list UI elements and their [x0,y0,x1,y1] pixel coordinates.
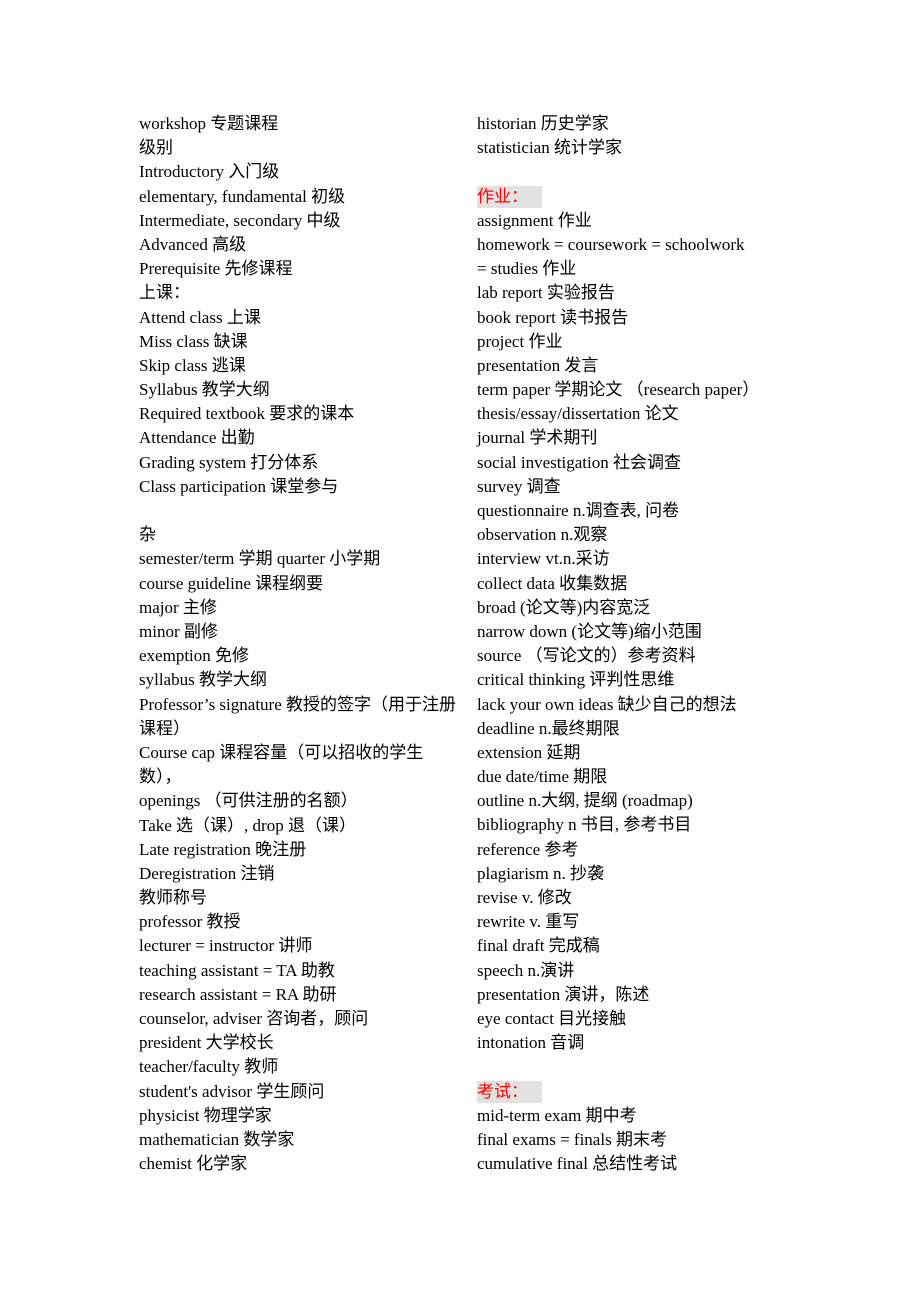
vocab-entry: social investigation 社会调查 [477,452,681,472]
vocab-entry: rewrite v. 重写 [477,912,580,932]
vocab-entry: thesis/essay/dissertation 论文 [477,404,679,424]
vocab-entry: lack your own ideas 缺少自己的想法 [477,694,737,714]
vocab-entry: Late registration 晚注册 [139,839,307,859]
vocab-entry: Required textbook 要求的课本 [139,404,355,424]
vocab-entry: Take 选（课）, drop 退（课） [139,815,356,835]
section-heading: 作业： [477,185,797,209]
vocab-entry: Professor’s signature 教授的签字（用于注册课程） [139,694,456,738]
vocab-entry: source （写论文的）参考资料 [477,646,696,666]
vocab-entry: Intermediate, secondary 中级 [139,210,341,230]
vocab-entry: mid-term exam 期中考 [477,1105,637,1125]
vocab-entry: deadline n.最终期限 [477,718,620,738]
vocab-entry: statistician 统计学家 [477,138,622,158]
vocab-entry: Class participation 课堂参与 [139,476,339,496]
vocab-entry: questionnaire n.调查表, 问卷 [477,501,680,520]
vocab-entry: speech n.演讲 [477,960,575,980]
vocab-entry: Attend class 上课 [139,307,261,327]
vocab-entry: openings （可供注册的名额） [139,791,358,811]
vocab-entry: exemption 免修 [139,646,250,666]
right-column: historian 历史学家 statistician 统计学家 作业： assign… [477,112,797,1176]
vocab-entry: collect data 收集数据 [477,573,628,593]
vocab-entry: counselor, adviser 咨询者，顾问 [139,1009,369,1028]
vocab-entry: Prerequisite 先修课程 [139,259,293,279]
vocab-entry: major 主修 [139,597,217,617]
vocab-entry: = studies 作业 [477,259,577,279]
vocab-entry: Advanced 高级 [139,234,247,254]
vocab-entry: lab report 实验报告 [477,283,615,303]
vocab-entry: physicist 物理学家 [139,1105,272,1125]
vocab-entry: revise v. 修改 [477,888,572,907]
vocab-entry: 级别 [139,138,173,158]
vocab-entry: teaching assistant = TA 助教 [139,960,335,980]
vocab-entry: extension 延期 [477,742,581,762]
vocab-entry: teacher/faculty 教师 [139,1057,279,1077]
vocab-entry: homework = coursework = schoolwork [477,234,745,254]
vocab-entry: outline n.大纲, 提纲 (roadmap) [477,791,693,811]
vocab-entry: interview vt.n.采访 [477,549,610,569]
vocab-entry: minor 副修 [139,621,218,641]
vocab-entry: Deregistration 注销 [139,863,275,883]
vocab-entry: intonation 音调 [477,1033,585,1053]
vocab-entry: project 作业 [477,331,563,351]
vocab-entry: survey 调查 [477,476,561,496]
section-heading: 考试： [477,1080,797,1104]
vocab-entry: final draft 完成稿 [477,936,600,956]
vocab-entry: book report 读书报告 [477,307,629,327]
vocab-entry: critical thinking 评判性思维 [477,670,675,690]
vocab-entry: professor 教授 [139,912,241,932]
vocab-entry: 教师称号 [139,888,207,908]
vocab-entry: Course cap 课程容量（可以招收的学生数）， [139,742,424,787]
vocab-entry: Grading system 打分体系 [139,452,319,472]
vocab-entry: broad (论文等)内容宽泛 [477,597,651,617]
vocab-entry: historian 历史学家 [477,114,609,133]
vocab-entry: student's advisor 学生顾问 [139,1081,325,1101]
vocab-entry: mathematician 数学家 [139,1129,295,1149]
vocab-entry: workshop 专题课程 [139,114,279,133]
vocab-entry: research assistant = RA 助研 [139,984,337,1004]
vocab-entry: cumulative final 总结性考试 [477,1154,678,1174]
heading-text: 作业： [477,185,542,208]
vocab-entry: Skip class 逃课 [139,355,246,375]
vocab-entry: syllabus 教学大纲 [139,670,267,690]
vocab-entry: Miss class 缺课 [139,331,248,351]
vocab-entry: Introductory 入门级 [139,162,280,182]
vocab-entry: semester/term 学期 quarter 小学期 [139,549,381,569]
vocab-entry: presentation 发言 [477,355,599,375]
vocab-entry: term paper 学期论文 （research paper） [477,380,760,400]
vocab-entry: plagiarism n. 抄袭 [477,863,605,883]
left-column: workshop 专题课程 级别 Introductory 入门级 elementar… [139,112,459,1176]
vocab-entry: observation n.观察 [477,525,608,545]
vocab-entry: Syllabus 教学大纲 [139,380,270,400]
vocab-entry: elementary, fundamental 初级 [139,186,346,206]
vocab-entry: due date/time 期限 [477,767,608,787]
vocab-entry: eye contact 目光接触 [477,1008,627,1028]
vocab-entry: Attendance 出勤 [139,428,255,448]
vocab-entry: 上课： [139,283,190,303]
vocab-entry: chemist 化学家 [139,1154,248,1174]
vocab-entry: 杂 [139,525,156,545]
vocab-entry: president 大学校长 [139,1033,274,1053]
vocab-entry: bibliography n 书目, 参考书目 [477,815,692,835]
heading-text: 考试： [477,1080,542,1103]
vocab-entry: presentation 演讲，陈述 [477,984,650,1004]
vocab-entry: course guideline 课程纲要 [139,573,324,593]
vocab-entry: lecturer = instructor 讲师 [139,936,313,956]
vocab-entry: narrow down (论文等)缩小范围 [477,621,702,641]
vocab-entry: final exams = finals 期末考 [477,1129,667,1149]
vocab-entry: reference 参考 [477,839,579,859]
vocab-entry: journal 学术期刊 [477,428,598,448]
vocab-entry: assignment 作业 [477,210,592,230]
